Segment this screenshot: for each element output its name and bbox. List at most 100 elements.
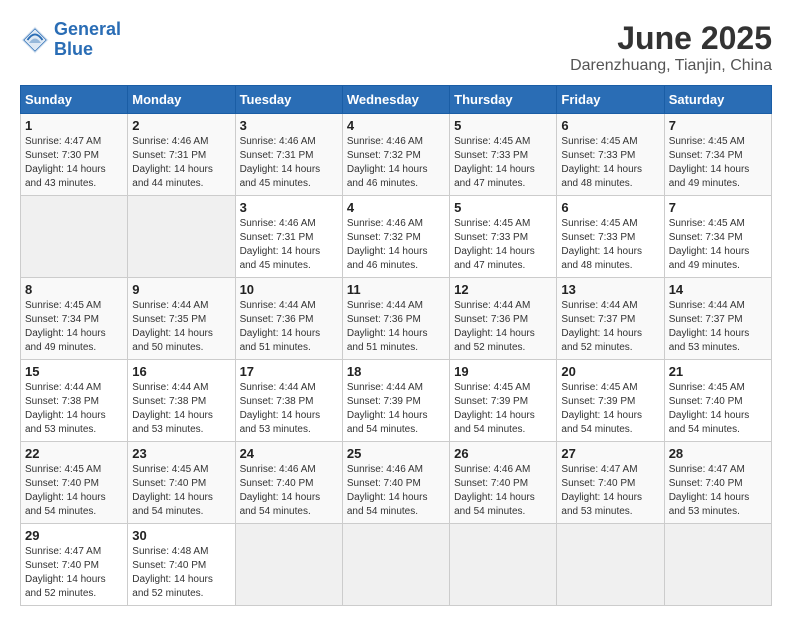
calendar-cell: 10 Sunrise: 4:44 AMSunset: 7:36 PMDaylig… bbox=[235, 278, 342, 360]
day-info: Sunrise: 4:45 AMSunset: 7:34 PMDaylight:… bbox=[669, 217, 767, 273]
calendar-table: Sunday Monday Tuesday Wednesday Thursday… bbox=[20, 85, 772, 606]
day-number: 11 bbox=[347, 282, 445, 297]
day-number: 27 bbox=[561, 446, 659, 461]
calendar-subtitle: Darenzhuang, Tianjin, China bbox=[570, 57, 772, 75]
day-info: Sunrise: 4:45 AMSunset: 7:33 PMDaylight:… bbox=[454, 217, 552, 273]
calendar-cell: 17 Sunrise: 4:44 AMSunset: 7:38 PMDaylig… bbox=[235, 360, 342, 442]
day-info: Sunrise: 4:45 AMSunset: 7:39 PMDaylight:… bbox=[561, 381, 659, 437]
day-number: 25 bbox=[347, 446, 445, 461]
calendar-cell: 9 Sunrise: 4:44 AMSunset: 7:35 PMDayligh… bbox=[128, 278, 235, 360]
col-friday: Friday bbox=[557, 86, 664, 114]
day-info: Sunrise: 4:46 AMSunset: 7:31 PMDaylight:… bbox=[132, 135, 230, 191]
calendar-week-5: 29 Sunrise: 4:47 AMSunset: 7:40 PMDaylig… bbox=[21, 524, 772, 606]
calendar-cell: 18 Sunrise: 4:44 AMSunset: 7:39 PMDaylig… bbox=[342, 360, 449, 442]
calendar-cell: 4 Sunrise: 4:46 AMSunset: 7:32 PMDayligh… bbox=[342, 196, 449, 278]
day-number: 7 bbox=[669, 118, 767, 133]
day-number: 6 bbox=[561, 118, 659, 133]
col-thursday: Thursday bbox=[450, 86, 557, 114]
calendar-cell: 6 Sunrise: 4:45 AMSunset: 7:33 PMDayligh… bbox=[557, 196, 664, 278]
calendar-cell bbox=[557, 524, 664, 606]
col-tuesday: Tuesday bbox=[235, 86, 342, 114]
day-info: Sunrise: 4:45 AMSunset: 7:33 PMDaylight:… bbox=[561, 135, 659, 191]
day-info: Sunrise: 4:47 AMSunset: 7:40 PMDaylight:… bbox=[669, 463, 767, 519]
day-number: 2 bbox=[132, 118, 230, 133]
calendar-cell: 5 Sunrise: 4:45 AMSunset: 7:33 PMDayligh… bbox=[450, 114, 557, 196]
calendar-cell: 22 Sunrise: 4:45 AMSunset: 7:40 PMDaylig… bbox=[21, 442, 128, 524]
title-area: June 2025 Darenzhuang, Tianjin, China bbox=[570, 20, 772, 75]
day-number: 26 bbox=[454, 446, 552, 461]
day-number: 4 bbox=[347, 118, 445, 133]
day-info: Sunrise: 4:45 AMSunset: 7:33 PMDaylight:… bbox=[454, 135, 552, 191]
day-number: 4 bbox=[347, 200, 445, 215]
calendar-cell: 20 Sunrise: 4:45 AMSunset: 7:39 PMDaylig… bbox=[557, 360, 664, 442]
day-info: Sunrise: 4:47 AMSunset: 7:40 PMDaylight:… bbox=[561, 463, 659, 519]
calendar-week-4: 22 Sunrise: 4:45 AMSunset: 7:40 PMDaylig… bbox=[21, 442, 772, 524]
day-info: Sunrise: 4:47 AMSunset: 7:30 PMDaylight:… bbox=[25, 135, 123, 191]
day-number: 17 bbox=[240, 364, 338, 379]
day-number: 5 bbox=[454, 118, 552, 133]
calendar-cell: 30 Sunrise: 4:48 AMSunset: 7:40 PMDaylig… bbox=[128, 524, 235, 606]
logo: General Blue bbox=[20, 20, 121, 60]
day-number: 20 bbox=[561, 364, 659, 379]
day-info: Sunrise: 4:46 AMSunset: 7:40 PMDaylight:… bbox=[347, 463, 445, 519]
col-monday: Monday bbox=[128, 86, 235, 114]
day-number: 10 bbox=[240, 282, 338, 297]
calendar-cell bbox=[128, 196, 235, 278]
day-info: Sunrise: 4:46 AMSunset: 7:31 PMDaylight:… bbox=[240, 217, 338, 273]
logo-line1: General bbox=[54, 19, 121, 39]
day-number: 8 bbox=[25, 282, 123, 297]
calendar-cell: 8 Sunrise: 4:45 AMSunset: 7:34 PMDayligh… bbox=[21, 278, 128, 360]
calendar-cell bbox=[235, 524, 342, 606]
calendar-cell: 14 Sunrise: 4:44 AMSunset: 7:37 PMDaylig… bbox=[664, 278, 771, 360]
calendar-cell: 19 Sunrise: 4:45 AMSunset: 7:39 PMDaylig… bbox=[450, 360, 557, 442]
page-header: General Blue June 2025 Darenzhuang, Tian… bbox=[20, 20, 772, 75]
day-info: Sunrise: 4:45 AMSunset: 7:33 PMDaylight:… bbox=[561, 217, 659, 273]
day-number: 12 bbox=[454, 282, 552, 297]
day-number: 16 bbox=[132, 364, 230, 379]
calendar-cell: 5 Sunrise: 4:45 AMSunset: 7:33 PMDayligh… bbox=[450, 196, 557, 278]
calendar-cell: 3 Sunrise: 4:46 AMSunset: 7:31 PMDayligh… bbox=[235, 114, 342, 196]
calendar-cell: 29 Sunrise: 4:47 AMSunset: 7:40 PMDaylig… bbox=[21, 524, 128, 606]
day-info: Sunrise: 4:46 AMSunset: 7:31 PMDaylight:… bbox=[240, 135, 338, 191]
day-info: Sunrise: 4:46 AMSunset: 7:32 PMDaylight:… bbox=[347, 217, 445, 273]
calendar-cell: 6 Sunrise: 4:45 AMSunset: 7:33 PMDayligh… bbox=[557, 114, 664, 196]
calendar-week-0: 1 Sunrise: 4:47 AMSunset: 7:30 PMDayligh… bbox=[21, 114, 772, 196]
day-number: 23 bbox=[132, 446, 230, 461]
calendar-cell: 7 Sunrise: 4:45 AMSunset: 7:34 PMDayligh… bbox=[664, 196, 771, 278]
calendar-week-1: 3 Sunrise: 4:46 AMSunset: 7:31 PMDayligh… bbox=[21, 196, 772, 278]
day-info: Sunrise: 4:46 AMSunset: 7:32 PMDaylight:… bbox=[347, 135, 445, 191]
day-number: 7 bbox=[669, 200, 767, 215]
day-info: Sunrise: 4:47 AMSunset: 7:40 PMDaylight:… bbox=[25, 545, 123, 601]
col-wednesday: Wednesday bbox=[342, 86, 449, 114]
day-number: 9 bbox=[132, 282, 230, 297]
calendar-title: June 2025 bbox=[570, 20, 772, 57]
day-info: Sunrise: 4:44 AMSunset: 7:38 PMDaylight:… bbox=[25, 381, 123, 437]
day-number: 29 bbox=[25, 528, 123, 543]
calendar-cell: 11 Sunrise: 4:44 AMSunset: 7:36 PMDaylig… bbox=[342, 278, 449, 360]
day-number: 1 bbox=[25, 118, 123, 133]
day-info: Sunrise: 4:45 AMSunset: 7:40 PMDaylight:… bbox=[132, 463, 230, 519]
day-number: 3 bbox=[240, 118, 338, 133]
day-info: Sunrise: 4:44 AMSunset: 7:36 PMDaylight:… bbox=[240, 299, 338, 355]
day-info: Sunrise: 4:45 AMSunset: 7:40 PMDaylight:… bbox=[25, 463, 123, 519]
calendar-cell: 3 Sunrise: 4:46 AMSunset: 7:31 PMDayligh… bbox=[235, 196, 342, 278]
calendar-cell bbox=[450, 524, 557, 606]
day-number: 28 bbox=[669, 446, 767, 461]
day-number: 22 bbox=[25, 446, 123, 461]
calendar-week-3: 15 Sunrise: 4:44 AMSunset: 7:38 PMDaylig… bbox=[21, 360, 772, 442]
calendar-cell: 26 Sunrise: 4:46 AMSunset: 7:40 PMDaylig… bbox=[450, 442, 557, 524]
day-number: 14 bbox=[669, 282, 767, 297]
day-info: Sunrise: 4:44 AMSunset: 7:38 PMDaylight:… bbox=[132, 381, 230, 437]
calendar-cell: 4 Sunrise: 4:46 AMSunset: 7:32 PMDayligh… bbox=[342, 114, 449, 196]
logo-text: General Blue bbox=[54, 20, 121, 60]
day-info: Sunrise: 4:44 AMSunset: 7:35 PMDaylight:… bbox=[132, 299, 230, 355]
calendar-cell: 25 Sunrise: 4:46 AMSunset: 7:40 PMDaylig… bbox=[342, 442, 449, 524]
col-sunday: Sunday bbox=[21, 86, 128, 114]
calendar-cell: 24 Sunrise: 4:46 AMSunset: 7:40 PMDaylig… bbox=[235, 442, 342, 524]
col-saturday: Saturday bbox=[664, 86, 771, 114]
day-info: Sunrise: 4:45 AMSunset: 7:39 PMDaylight:… bbox=[454, 381, 552, 437]
day-info: Sunrise: 4:46 AMSunset: 7:40 PMDaylight:… bbox=[240, 463, 338, 519]
calendar-cell: 7 Sunrise: 4:45 AMSunset: 7:34 PMDayligh… bbox=[664, 114, 771, 196]
logo-icon bbox=[20, 25, 50, 55]
day-number: 24 bbox=[240, 446, 338, 461]
